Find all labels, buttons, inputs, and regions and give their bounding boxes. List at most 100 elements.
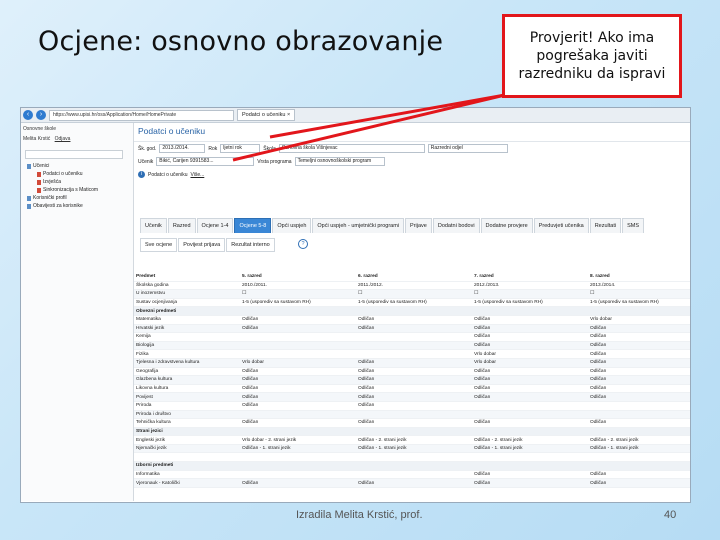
subject-cell: Izborni predmeti xyxy=(134,461,240,471)
grade-cell: Odličan xyxy=(356,392,472,402)
subject-cell: Obvezni predmeti xyxy=(134,306,240,316)
table-row: Priroda Odličan Odličan xyxy=(134,401,690,411)
grade-cell: Odličan xyxy=(472,384,588,394)
grade-cell: Odličan xyxy=(588,478,690,488)
tab-item[interactable]: Opći uspjeh - umjetnički programi xyxy=(312,218,405,233)
grade-cell: 2011./2012. xyxy=(356,281,472,291)
grade-cell: Odličan xyxy=(240,384,356,394)
sidebar-item[interactable]: Učenici xyxy=(21,161,133,169)
sidebar-item[interactable]: Korisnički profil xyxy=(21,193,133,201)
grade-cell: 2010./2011. xyxy=(240,281,356,291)
sidebar-item-label: Podatci o učeniku xyxy=(43,171,83,177)
help-icon[interactable]: ? xyxy=(298,239,308,249)
grade-cell: Odličan xyxy=(588,367,690,377)
grade-cell: Odličan xyxy=(356,478,472,488)
student-select[interactable]: Bikić, Carijen 9391583... xyxy=(156,157,255,166)
sidebar-item[interactable]: Izvješća xyxy=(21,177,133,185)
table-row: Informatika Odličan Odličan xyxy=(134,470,690,480)
filter-row-2: Učenik Bikić, Carijen 9391583... Vrsta p… xyxy=(134,155,690,168)
table-row: Fizika Vrlo dobar Odličan xyxy=(134,349,690,359)
tab-item[interactable]: Ocjene 5-8 xyxy=(234,218,272,233)
table-row: Tehnička kultura Odličan Odličan Odličan Odl… xyxy=(134,418,690,428)
grade-cell: Vrlo dobar xyxy=(588,315,690,325)
info-row: i Podatci o učeniku Više... xyxy=(134,168,690,181)
class-select[interactable]: Razredni odjel xyxy=(427,144,508,153)
grade-cell xyxy=(356,427,472,437)
subject-cell: Priroda i društvo xyxy=(134,410,240,420)
grade-cell xyxy=(356,470,472,480)
grade-cell: Vrlo dobar xyxy=(472,358,588,368)
tab-item[interactable]: Dodatne provjere xyxy=(480,218,533,233)
grade-cell: Odličan xyxy=(356,401,472,411)
tab-item[interactable]: SMS xyxy=(622,218,645,233)
tab-item[interactable]: Učenik xyxy=(140,218,167,233)
sidebar-item[interactable]: Sinkronizacija s Maticom xyxy=(21,185,133,193)
grade-cell xyxy=(472,410,588,420)
subject-cell: Povijest xyxy=(134,392,240,402)
browser-toolbar: ‹ › https://www.upisi.hr/oss/Application… xyxy=(21,108,690,123)
grade-cell: Odličan xyxy=(472,375,588,385)
grade-cell: Odličan xyxy=(588,341,690,351)
app-screenshot: ‹ › https://www.upisi.hr/oss/Application… xyxy=(20,107,691,503)
back-icon[interactable]: ‹ xyxy=(23,110,33,120)
grade-cell xyxy=(588,427,690,437)
sidebar-item-label: Obavijesti za korisnike xyxy=(33,203,83,209)
tab-item[interactable]: Dodatni bodovi xyxy=(432,218,480,233)
tab-item[interactable]: Rezultati xyxy=(589,218,622,233)
grade-cell: Odličan xyxy=(472,315,588,325)
grade-cell xyxy=(356,452,472,463)
program-select[interactable]: Temeljni osnovnoškolski program xyxy=(294,157,385,166)
tab-item[interactable]: Opći uspjeh xyxy=(272,218,312,233)
tab-item[interactable]: Razred xyxy=(167,218,196,233)
grade-cell: Odličan xyxy=(356,367,472,377)
slide-title: Ocjene: osnovno obrazovanje xyxy=(38,26,444,57)
school-select[interactable]: Osnovna škola Višnjevac xyxy=(278,144,425,153)
grade-cell xyxy=(240,410,356,420)
section-row: Strani jezici xyxy=(134,427,690,437)
sidebar-search-input[interactable] xyxy=(25,150,123,159)
grade-cell: Odličan xyxy=(240,324,356,334)
subtab-bar: Sve ocjene Povijest prijava Rezultat inter… xyxy=(140,238,275,252)
tab-item[interactable]: Ocjene 1-4 xyxy=(196,218,234,233)
grade-cell: Odličan xyxy=(588,470,690,480)
subject-cell: Matematika xyxy=(134,315,240,325)
document-icon xyxy=(37,179,41,185)
logout-link[interactable]: Odjava xyxy=(55,136,71,142)
grade-cell: Odličan xyxy=(356,418,472,428)
year-select[interactable]: 2013./2014. xyxy=(159,144,206,153)
tab-item[interactable]: Prijave xyxy=(405,218,432,233)
grade-cell: Odličan xyxy=(356,324,472,334)
subject-cell: Geografija xyxy=(134,367,240,377)
grade-cell: Odličan xyxy=(356,358,472,368)
grade-cell xyxy=(240,452,356,463)
subject-cell: Njemački jezik xyxy=(134,444,240,454)
subtab-item[interactable]: Sve ocjene xyxy=(140,238,178,252)
subject-cell: Fizika xyxy=(134,349,240,359)
deadline-select[interactable]: ljetni rok xyxy=(220,144,261,153)
grade-cell: Odličan xyxy=(588,358,690,368)
subject-cell: Strani jezici xyxy=(134,427,240,437)
grade-cell: Odličan xyxy=(588,349,690,359)
table-header-row: Predmet 5. razred 6. razred 7. razred 8. raz… xyxy=(134,273,690,282)
grade-cell: Odličan xyxy=(240,392,356,402)
grade-cell: Odličan xyxy=(240,375,356,385)
subject-cell: Vjeronauk - Katolički xyxy=(134,478,240,488)
subject-cell: Engleski jezik xyxy=(134,435,240,445)
more-link[interactable]: Više... xyxy=(190,172,204,178)
grade-cell xyxy=(588,452,690,463)
sidebar-item[interactable]: Obavijesti za korisnike xyxy=(21,201,133,209)
grade-cell: ☐ xyxy=(240,289,356,299)
sidebar-item[interactable]: Podatci o učeniku xyxy=(21,169,133,177)
grade-cell: 1-5 (usporediv sa sustavom RH) xyxy=(356,298,472,308)
grade-cell xyxy=(588,306,690,316)
address-bar[interactable]: https://www.upisi.hr/oss/Application/Hom… xyxy=(49,109,234,121)
grade-cell xyxy=(356,306,472,316)
forward-icon[interactable]: › xyxy=(36,110,46,120)
subtab-item[interactable]: Povijest prijava xyxy=(178,238,226,252)
subtab-item[interactable]: Rezultat interno xyxy=(226,238,275,252)
tab-item[interactable]: Preduvjeti učenika xyxy=(533,218,589,233)
column-header: 7. razred xyxy=(472,273,588,282)
grade-cell: Odličan - 1. strani jezik xyxy=(356,444,472,454)
browser-tab[interactable]: Podatci o učeniku × xyxy=(237,109,296,121)
program-label: Vrsta programa xyxy=(257,158,292,165)
